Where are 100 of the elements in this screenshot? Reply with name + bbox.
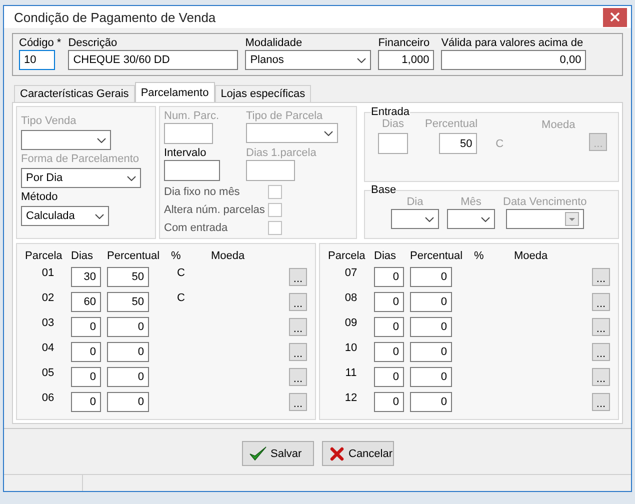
checkbox-label: Com entrada [164,222,228,234]
ellipsis-button[interactable]: ... [592,268,610,286]
field-label: Forma de Parcelamento [21,153,140,166]
field-label: Moeda [542,119,576,132]
field-label: Código * [19,37,62,50]
text-field[interactable]: 0 [374,317,404,338]
text-field[interactable]: 0 [374,392,404,412]
ellipsis-button[interactable]: ... [289,393,307,412]
tab[interactable]: Características Gerais [14,85,135,102]
ellipsis-button[interactable]: ... [289,343,307,362]
date-picker[interactable] [506,209,584,230]
text-field[interactable]: 50 [107,292,149,312]
text-field[interactable]: 50 [107,267,149,288]
field-label: Intervalo [164,147,208,160]
text-field[interactable]: 50 [439,133,478,154]
ellipsis-button[interactable]: ... [592,293,610,312]
ellipsis-button[interactable]: ... [289,293,307,312]
column-header: Moeda [514,250,549,262]
text-field[interactable]: 0 [410,392,452,412]
ellipsis-button[interactable]: ... [289,368,307,386]
table-cell-text: 10 [344,342,358,354]
dropdown[interactable]: Calculada [21,206,109,226]
group-title: Entrada [371,106,410,118]
checkbox[interactable] [268,203,282,218]
field-label: Num. Parc. [164,110,220,122]
table-cell-text: 07 [344,267,358,280]
column-header: Dias [71,250,94,262]
ellipsis-button[interactable]: ... [592,318,610,336]
checkbox[interactable] [268,221,282,236]
field-label: Válida para valores acima de [441,37,584,50]
cross-icon [328,446,344,462]
field-label: Modalidade [245,37,304,50]
text-field[interactable]: 0 [374,292,404,312]
table-cell-text: 08 [344,292,358,304]
dropdown[interactable] [447,209,495,230]
field-label: Descrição [68,37,118,50]
save-button[interactable]: Salvar [242,441,314,466]
column-header: % [171,250,182,262]
dropdown[interactable] [246,123,338,144]
ellipsis-button[interactable]: ... [289,318,307,336]
dropdown[interactable] [21,130,111,150]
text-field[interactable]: 0 [107,367,149,388]
column-header: Percentual [107,250,161,262]
column-header: Percentual [410,250,464,262]
cancel-button[interactable]: Cancelar [322,441,394,466]
text-field[interactable] [164,160,220,182]
text-field[interactable]: 0 [374,267,404,288]
text-field[interactable]: 0 [410,292,452,312]
dropdown-icon [564,212,579,226]
currency-code: C [176,267,186,280]
text-field[interactable]: 0 [410,367,452,388]
text-field[interactable]: 0,00 [441,50,586,70]
tab[interactable]: Parcelamento [134,82,215,102]
chevron-icon [97,138,106,143]
text-field[interactable]: 60 [71,292,101,312]
dropdown[interactable] [391,209,439,230]
text-field[interactable]: 10 [19,50,55,70]
text-field[interactable]: 0 [410,317,452,338]
text-field[interactable]: 30 [71,267,101,288]
text-field[interactable]: 0 [107,317,149,338]
checkmark-icon [248,446,266,462]
text-field[interactable]: 0 [107,342,149,362]
text-field[interactable]: 0 [71,367,101,388]
table-cell-text: 06 [40,392,56,404]
text-field[interactable]: 0 [107,392,149,412]
text-field[interactable]: 0 [71,342,101,362]
table-cell-text: 03 [40,317,56,330]
window-title: Condição de Pagamento de Venda [14,10,216,25]
chevron-icon [357,58,366,63]
field-label: Método [21,191,59,204]
column-header: Parcela [328,250,366,262]
ellipsis-button[interactable]: ... [592,368,610,386]
field-label: Dia [406,196,424,208]
tab[interactable]: Lojas específicas [214,85,312,102]
table-cell-text: 05 [40,367,56,380]
close-button[interactable] [603,8,627,27]
field-label: Dias [382,118,404,130]
text-field[interactable]: 1,000 [378,50,434,70]
text-field[interactable]: 0 [410,342,452,362]
dropdown[interactable]: Planos [245,50,372,70]
text-field[interactable]: 0 [374,367,404,388]
text-field[interactable] [164,123,213,144]
text-field[interactable]: 0 [410,267,452,288]
chevron-icon [127,176,136,181]
table-cell-text: 02 [40,292,56,304]
text-field[interactable]: CHEQUE 30/60 DD [68,50,238,70]
text-field[interactable] [378,133,408,154]
table-cell-text: 11 [344,367,358,380]
text-field[interactable]: 0 [374,342,404,362]
text-field[interactable]: 0 [71,317,101,338]
text-field[interactable]: 0 [71,392,101,412]
column-header: % [474,250,485,262]
checkbox[interactable] [268,185,282,200]
ellipsis-button[interactable]: ... [592,393,610,412]
field-label: Percentual [425,118,478,130]
ellipsis-button[interactable]: ... [289,268,307,286]
group-title: Base [371,184,396,196]
field-label: Tipo Venda [21,115,78,128]
text-field[interactable] [246,160,295,182]
ellipsis-button[interactable]: ... [592,343,610,362]
